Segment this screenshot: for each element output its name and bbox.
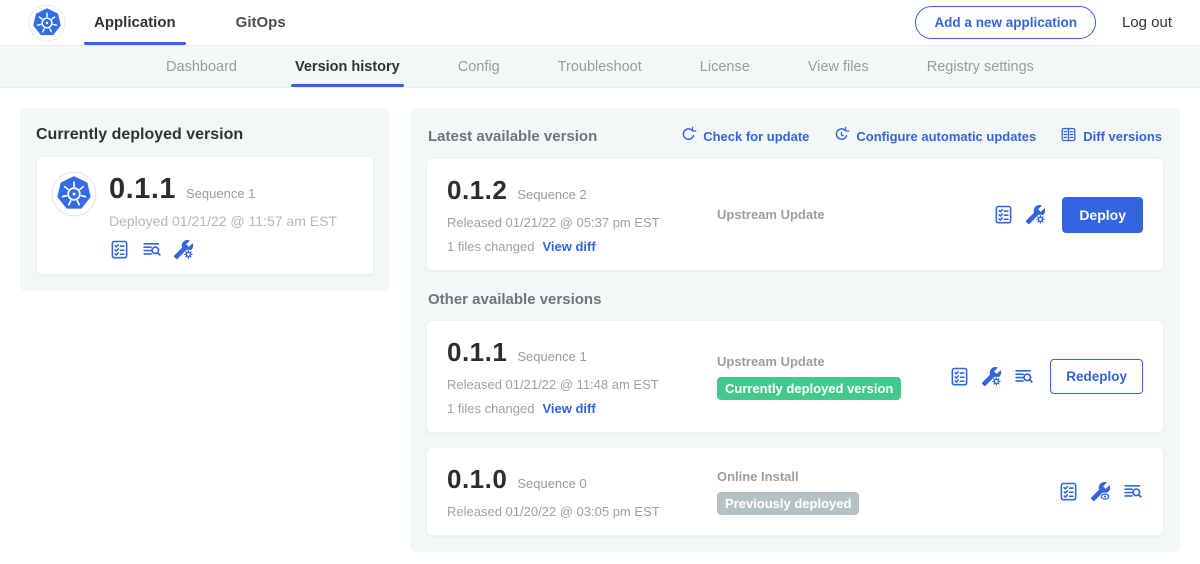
version-card-0.1.2: 0.1.2 Sequence 2 Released 01/21/22 @ 05:…	[426, 158, 1164, 271]
diff-icon	[1060, 126, 1077, 146]
refresh-icon	[680, 126, 697, 146]
previously-deployed-badge: Previously deployed	[717, 492, 859, 515]
tab-license[interactable]: License	[700, 46, 750, 87]
version-actions	[1058, 481, 1143, 502]
tab-application[interactable]: Application	[90, 0, 180, 45]
available-versions-panel: Latest available version Check for updat…	[410, 108, 1180, 552]
tab-view-files[interactable]: View files	[808, 46, 869, 87]
schedule-icon	[833, 126, 850, 146]
deployed-action-icons	[109, 239, 337, 260]
configure-automatic-updates-link[interactable]: Configure automatic updates	[833, 126, 1036, 146]
version-number: 0.1.1	[447, 337, 507, 368]
app-tabs: Application GitOps	[90, 0, 342, 45]
tab-registry-settings[interactable]: Registry settings	[927, 46, 1034, 87]
version-source-label: Upstream Update	[717, 354, 949, 369]
version-number: 0.1.2	[447, 175, 507, 206]
tab-dashboard[interactable]: Dashboard	[166, 46, 237, 87]
version-card-0.1.1: 0.1.1 Sequence 1 Released 01/21/22 @ 11:…	[426, 320, 1164, 433]
tab-version-history[interactable]: Version history	[295, 46, 400, 87]
sequence-label: Sequence 0	[517, 476, 586, 491]
version-actions: Deploy	[993, 197, 1143, 233]
files-changed-label: 1 files changed	[447, 239, 534, 254]
header-right: Add a new application Log out	[915, 0, 1200, 45]
deployed-version-card: 0.1.1 Sequence 1 Deployed 01/21/22 @ 11:…	[36, 156, 374, 275]
checklist-icon[interactable]	[109, 239, 130, 260]
version-source-label: Online Install	[717, 469, 1058, 484]
other-available-title: Other available versions	[426, 271, 1164, 320]
sequence-label: Sequence 2	[517, 187, 586, 202]
latest-available-title: Latest available version	[428, 128, 597, 145]
add-application-button[interactable]: Add a new application	[915, 6, 1096, 39]
files-changed-label: 1 files changed	[447, 401, 534, 416]
released-timestamp: Released 01/20/22 @ 03:05 pm EST	[447, 504, 697, 519]
released-timestamp: Released 01/21/22 @ 11:48 am EST	[447, 377, 697, 392]
wrench-eye-icon[interactable]	[1090, 481, 1111, 502]
diff-versions-link[interactable]: Diff versions	[1060, 126, 1162, 146]
deployed-version-number: 0.1.1	[109, 173, 176, 206]
redeploy-button[interactable]: Redeploy	[1050, 359, 1143, 394]
check-for-update-link[interactable]: Check for update	[680, 126, 809, 146]
tab-gitops[interactable]: GitOps	[232, 0, 290, 45]
app-logo-icon	[51, 171, 97, 260]
version-number: 0.1.0	[447, 464, 507, 495]
sequence-label: Sequence 1	[517, 349, 586, 364]
deployed-timestamp: Deployed 01/21/22 @ 11:57 am EST	[109, 213, 337, 229]
logout-link[interactable]: Log out	[1122, 14, 1172, 31]
wrench-gear-icon[interactable]	[1025, 204, 1046, 225]
view-diff-link[interactable]: View diff	[542, 401, 595, 416]
deployed-panel-title: Currently deployed version	[36, 124, 374, 156]
version-action-icons	[949, 366, 1034, 387]
top-nav: Application GitOps Add a new application…	[0, 0, 1200, 46]
wrench-gear-icon[interactable]	[173, 239, 194, 260]
main-content: Currently deployed version 0.1.1 Sequenc…	[0, 88, 1200, 564]
tab-troubleshoot[interactable]: Troubleshoot	[558, 46, 642, 87]
logs-icon[interactable]	[141, 239, 162, 260]
section-tabs: Dashboard Version history Config Trouble…	[0, 46, 1200, 88]
version-source-label: Upstream Update	[717, 207, 993, 222]
deploy-button[interactable]: Deploy	[1062, 197, 1143, 233]
logs-icon[interactable]	[1122, 481, 1143, 502]
kubernetes-logo-icon	[28, 4, 66, 42]
deployed-sequence-label: Sequence 1	[186, 186, 255, 201]
checklist-icon[interactable]	[993, 204, 1014, 225]
version-action-icons	[993, 204, 1046, 225]
tab-config[interactable]: Config	[458, 46, 500, 87]
view-diff-link[interactable]: View diff	[542, 239, 595, 254]
version-action-icons	[1058, 481, 1143, 502]
version-card-0.1.0: 0.1.0 Sequence 0 Released 01/20/22 @ 03:…	[426, 447, 1164, 536]
version-actions: Redeploy	[949, 359, 1143, 394]
checklist-icon[interactable]	[1058, 481, 1079, 502]
checklist-icon[interactable]	[949, 366, 970, 387]
wrench-gear-icon[interactable]	[981, 366, 1002, 387]
logs-icon[interactable]	[1013, 366, 1034, 387]
released-timestamp: Released 01/21/22 @ 05:37 pm EST	[447, 215, 697, 230]
currently-deployed-badge: Currently deployed version	[717, 377, 901, 400]
currently-deployed-panel: Currently deployed version 0.1.1 Sequenc…	[20, 108, 390, 291]
